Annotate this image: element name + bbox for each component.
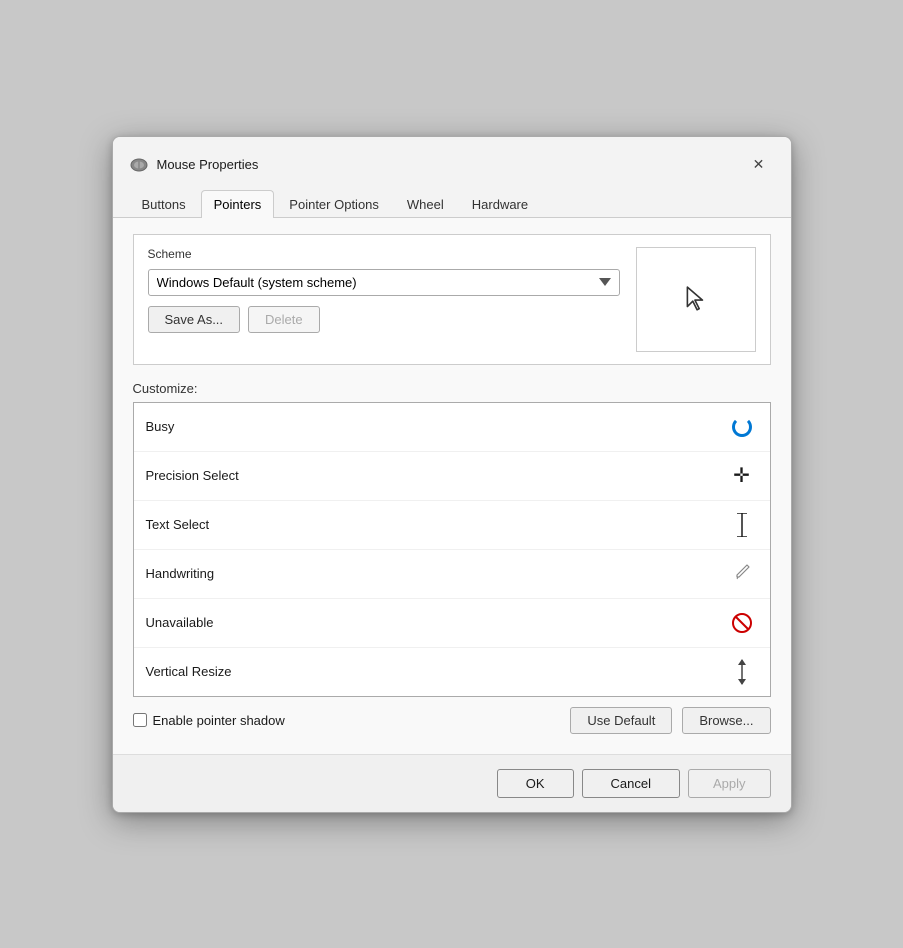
list-item-handwriting[interactable]: Handwriting <box>134 550 770 599</box>
pointer-shadow-checkbox[interactable] <box>133 713 147 727</box>
scheme-left: Scheme Windows Default (system scheme) W… <box>148 247 620 333</box>
arrow-cursor-icon <box>685 285 707 313</box>
tab-pointer-options[interactable]: Pointer Options <box>276 190 392 218</box>
customize-label: Customize: <box>133 381 771 396</box>
list-item-unavailable[interactable]: Unavailable <box>134 599 770 648</box>
use-default-button[interactable]: Use Default <box>570 707 672 734</box>
tab-bar: Buttons Pointers Pointer Options Wheel H… <box>113 189 791 218</box>
title-bar-left: Mouse Properties <box>129 157 259 173</box>
footer: OK Cancel Apply <box>113 754 791 812</box>
delete-button[interactable]: Delete <box>248 306 320 333</box>
precision-select-icon: ✛ <box>726 460 758 492</box>
list-item-precision-label: Precision Select <box>146 468 726 483</box>
list-item-unavailable-label: Unavailable <box>146 615 726 630</box>
customize-list[interactable]: Busy Precision Select ✛ Text Select <box>133 402 771 697</box>
list-item-vertical-resize[interactable]: Vertical Resize <box>134 648 770 697</box>
list-item-busy[interactable]: Busy <box>134 403 770 452</box>
list-item-text-select-label: Text Select <box>146 517 726 532</box>
tab-buttons[interactable]: Buttons <box>129 190 199 218</box>
apply-button[interactable]: Apply <box>688 769 771 798</box>
dialog-title: Mouse Properties <box>157 157 259 172</box>
scheme-label: Scheme <box>148 247 620 261</box>
cursor-preview <box>636 247 756 352</box>
browse-button[interactable]: Browse... <box>682 707 770 734</box>
list-item-busy-label: Busy <box>146 419 726 434</box>
tab-pointers[interactable]: Pointers <box>201 190 275 218</box>
close-button[interactable]: ✕ <box>743 149 775 181</box>
title-bar: Mouse Properties ✕ <box>113 137 791 189</box>
handwriting-icon <box>726 558 758 590</box>
tab-wheel[interactable]: Wheel <box>394 190 457 218</box>
list-item-text-select[interactable]: Text Select <box>134 501 770 550</box>
scheme-buttons: Save As... Delete <box>148 306 620 333</box>
list-item-vertical-resize-label: Vertical Resize <box>146 664 726 679</box>
scheme-section: Scheme Windows Default (system scheme) W… <box>133 234 771 365</box>
mouse-properties-dialog: Mouse Properties ✕ Buttons Pointers Poin… <box>112 136 792 813</box>
vertical-resize-icon <box>726 656 758 688</box>
unavailable-icon <box>726 607 758 639</box>
dialog-icon <box>129 157 149 173</box>
pointer-shadow-label: Enable pointer shadow <box>153 713 285 728</box>
cancel-button[interactable]: Cancel <box>582 769 680 798</box>
main-content: Scheme Windows Default (system scheme) W… <box>113 218 791 754</box>
bottom-controls: Enable pointer shadow Use Default Browse… <box>133 707 771 734</box>
pointer-shadow-checkbox-label[interactable]: Enable pointer shadow <box>133 713 561 728</box>
text-select-icon <box>726 509 758 541</box>
list-item-handwriting-label: Handwriting <box>146 566 726 581</box>
save-as-button[interactable]: Save As... <box>148 306 241 333</box>
ok-button[interactable]: OK <box>497 769 574 798</box>
list-item-precision-select[interactable]: Precision Select ✛ <box>134 452 770 501</box>
busy-cursor-icon <box>726 411 758 443</box>
tab-hardware[interactable]: Hardware <box>459 190 541 218</box>
scheme-dropdown[interactable]: Windows Default (system scheme) Windows … <box>148 269 620 296</box>
